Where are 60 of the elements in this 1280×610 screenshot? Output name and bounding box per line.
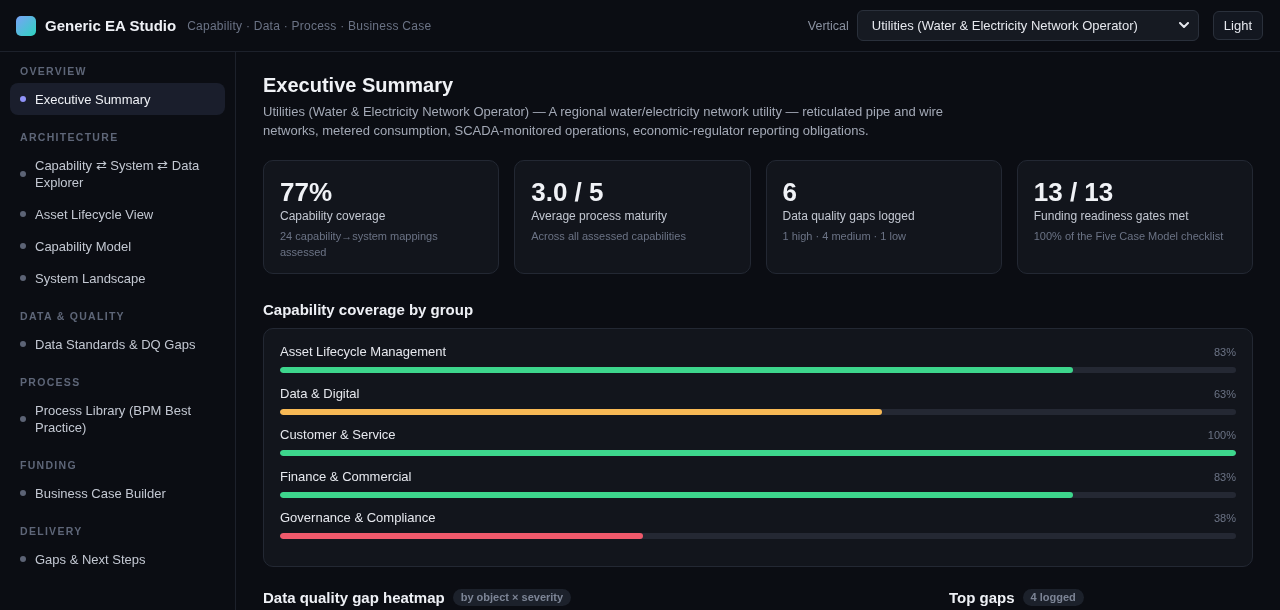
- page-description: Utilities (Water & Electricity Network Operator) — A regional water/electricity network utility — reticulated pipe and wire networks, metered consumption, SCADA-monitored operations, economic-regulator reporting obligations.: [263, 103, 945, 140]
- stat-note: Across all assessed capabilities: [531, 229, 687, 244]
- coverage-percent: 38%: [1213, 511, 1236, 526]
- nav-item[interactable]: Business Case Builder: [10, 477, 225, 509]
- bullet-icon: [20, 211, 26, 217]
- coverage-percent: 100%: [1207, 428, 1236, 443]
- nav-section-heading: ARCHITECTURE: [19, 131, 120, 143]
- subtitle-badge: 4 logged: [1022, 589, 1084, 606]
- group-name: Data & Digital: [280, 384, 360, 403]
- nav-item[interactable]: Asset Lifecycle View: [10, 198, 225, 230]
- bullet-icon: [20, 96, 26, 102]
- bullet-icon: [20, 341, 26, 347]
- bullet-icon: [20, 556, 26, 562]
- bullet-icon: [20, 490, 26, 496]
- stat-note: 1 high · 4 medium · 1 low: [782, 229, 907, 244]
- group-name: Customer & Service: [280, 426, 396, 444]
- app-title: Generic EA Studio: [45, 17, 177, 34]
- stat-label: Average process maturity: [531, 208, 669, 224]
- logo-icon: [16, 15, 36, 36]
- nav-section-heading: PROCESS: [19, 376, 82, 388]
- stat-value: 77%: [280, 177, 334, 207]
- nav-section-heading: OVERVIEW: [19, 65, 88, 77]
- section-title: Data quality gap heatmap: [263, 588, 445, 607]
- stat-label: Capability coverage: [280, 208, 387, 224]
- section-title: Capability coverage by group: [263, 300, 475, 320]
- coverage-percent: 63%: [1213, 386, 1236, 402]
- coverage-percent: 83%: [1213, 345, 1236, 360]
- subtitle-badge: by object × severity: [452, 589, 572, 606]
- stat-label: Data quality gaps logged: [782, 208, 916, 224]
- nav-item[interactable]: System Landscape: [10, 262, 225, 294]
- nav-item[interactable]: Capability ⇄ System ⇄ Data Explorer: [10, 149, 225, 198]
- nav-item[interactable]: Process Library (BPM Best Practice): [10, 394, 225, 443]
- nav-section-heading: FUNDING: [19, 459, 78, 471]
- stat-value: 6: [782, 177, 798, 207]
- group-name: Finance & Commercial: [280, 467, 412, 486]
- stat-value: 13 / 13: [1033, 177, 1115, 207]
- nav-item[interactable]: Capability Model: [10, 230, 225, 262]
- app-subtitle: Capability · Data · Process · Business Case: [187, 18, 432, 33]
- stat-note: 24 capability→system mappings assessed: [280, 229, 439, 260]
- chevron-down-icon: [1178, 22, 1189, 29]
- stat-value: 3.0 / 5: [531, 177, 605, 207]
- nav-section-heading: DATA & QUALITY: [19, 310, 126, 322]
- bullet-icon: [20, 170, 26, 177]
- group-name: Governance & Compliance: [280, 509, 436, 527]
- vertical-label: Vertical: [807, 18, 849, 33]
- nav-item[interactable]: Gaps & Next Steps: [10, 543, 225, 575]
- vertical-select[interactable]: Utilities (Water & Electricity Network Operator): [856, 10, 1199, 41]
- nav-item[interactable]: Data Standards & DQ Gaps: [10, 328, 225, 360]
- bullet-icon: [20, 275, 26, 281]
- bullet-icon: [20, 415, 26, 422]
- coverage-percent: 83%: [1213, 469, 1236, 485]
- group-name: Asset Lifecycle Management: [280, 343, 447, 361]
- section-title: Top gaps: [949, 588, 1015, 607]
- stat-label: Funding readiness gates met: [1033, 208, 1190, 224]
- page-title: Executive Summary: [263, 73, 455, 98]
- theme-button[interactable]: Light: [1212, 11, 1263, 40]
- stat-note: 100% of the Five Case Model checklist: [1033, 229, 1225, 244]
- nav-section-heading: DELIVERY: [19, 525, 84, 537]
- bullet-icon: [20, 243, 26, 249]
- nav-item[interactable]: Executive Summary: [10, 83, 225, 115]
